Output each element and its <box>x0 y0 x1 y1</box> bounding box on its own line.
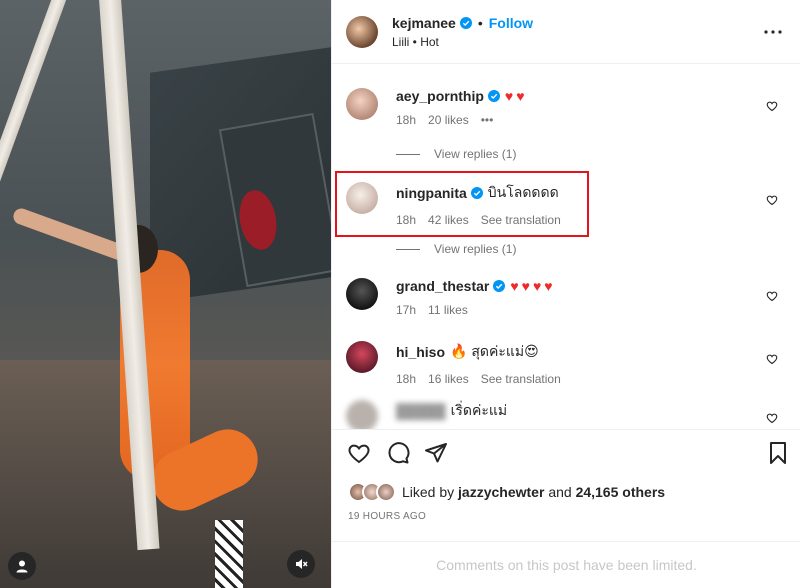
like-button[interactable] <box>346 440 372 466</box>
muted-speaker-icon <box>296 559 308 569</box>
comments-list[interactable]: aey_pornthip ♥♥ 18h 20 likes ••• View re… <box>332 64 800 429</box>
aerial-silk <box>0 0 67 245</box>
share-button[interactable] <box>423 440 449 466</box>
separator-dot: • <box>477 14 483 31</box>
comment-bubble-icon <box>388 442 410 464</box>
comment-like-icon[interactable] <box>766 290 778 302</box>
commenter-username[interactable]: grand_thestar <box>396 278 489 294</box>
view-replies-link[interactable]: View replies (1) <box>396 147 516 161</box>
comment-options[interactable]: ••• <box>481 113 494 127</box>
commenter-username[interactable]: █████ <box>396 403 446 419</box>
more-horizontal-icon <box>764 30 782 34</box>
comment-like-icon[interactable] <box>766 100 778 112</box>
comment-like-icon[interactable] <box>766 353 778 365</box>
comment-text: ♥♥♥♥ <box>510 278 556 294</box>
liked-by-prefix: Liked by <box>402 484 455 500</box>
commenter-avatar[interactable] <box>346 400 378 429</box>
commenter-avatar[interactable] <box>346 341 378 373</box>
comment-likes[interactable]: 16 likes <box>428 372 469 386</box>
commenter-username[interactable]: aey_pornthip <box>396 88 484 104</box>
comment-likes[interactable]: 11 likes <box>428 303 468 317</box>
mute-button[interactable] <box>287 550 315 578</box>
commenter-avatar[interactable] <box>346 278 378 310</box>
commenter-username[interactable]: hi_hiso <box>396 344 445 360</box>
save-button[interactable] <box>765 440 791 466</box>
comment-time[interactable]: 17h <box>396 303 416 317</box>
see-translation-link[interactable]: See translation <box>481 372 561 386</box>
comment-button[interactable] <box>385 440 411 466</box>
comments-panel: kejmanee • Follow Liili • Hot aey_pornth… <box>331 0 800 588</box>
liked-by-user[interactable]: jazzychewter <box>458 484 544 500</box>
comment-time[interactable]: 18h <box>396 113 416 127</box>
user-tag-button[interactable] <box>8 552 36 580</box>
author-username[interactable]: kejmanee <box>392 15 456 31</box>
post-actions: Liked by jazzychewter and 24,165 others … <box>332 429 800 557</box>
verified-badge-icon <box>487 90 500 102</box>
bookmark-icon <box>770 442 786 464</box>
user-tag-icon <box>16 560 28 573</box>
comment-text: เริ่ดค่ะแม่ <box>450 402 508 418</box>
likes-count[interactable]: 24,165 others <box>576 484 666 500</box>
comment-text: ♥♥ <box>504 88 528 104</box>
verified-badge-icon <box>459 16 472 29</box>
post-timestamp[interactable]: 19 HOURS AGO <box>348 511 426 522</box>
audio-subtitle[interactable]: Liili • Hot <box>392 35 533 49</box>
liker-avatars[interactable] <box>348 482 398 502</box>
paper-plane-icon <box>425 443 447 463</box>
comment-likes[interactable]: 20 likes <box>428 113 469 127</box>
more-options-button[interactable] <box>761 22 785 42</box>
commenter-avatar[interactable] <box>346 88 378 120</box>
comment-like-icon[interactable] <box>766 194 778 206</box>
comment-like-icon[interactable] <box>766 412 778 424</box>
liked-by: Liked by jazzychewter and 24,165 others <box>348 482 665 502</box>
highlight-box <box>335 171 589 237</box>
post-dialog: kejmanee • Follow Liili • Hot aey_pornth… <box>0 0 800 588</box>
comments-limited-notice: Comments on this post have been limited. <box>332 541 800 588</box>
post-header: kejmanee • Follow Liili • Hot <box>332 0 800 64</box>
heart-icon <box>348 444 370 464</box>
follow-button[interactable]: Follow <box>489 15 533 31</box>
verified-badge-icon <box>493 280 506 292</box>
comment-time[interactable]: 18h <box>396 372 416 386</box>
post-video[interactable] <box>0 0 331 588</box>
author-avatar[interactable] <box>346 15 378 48</box>
view-replies-link[interactable]: View replies (1) <box>396 242 516 256</box>
comment-text: 🔥 สุดค่ะแม่😍 <box>450 343 539 359</box>
liked-by-conj: and <box>548 484 572 500</box>
argyle-sock <box>215 520 243 588</box>
